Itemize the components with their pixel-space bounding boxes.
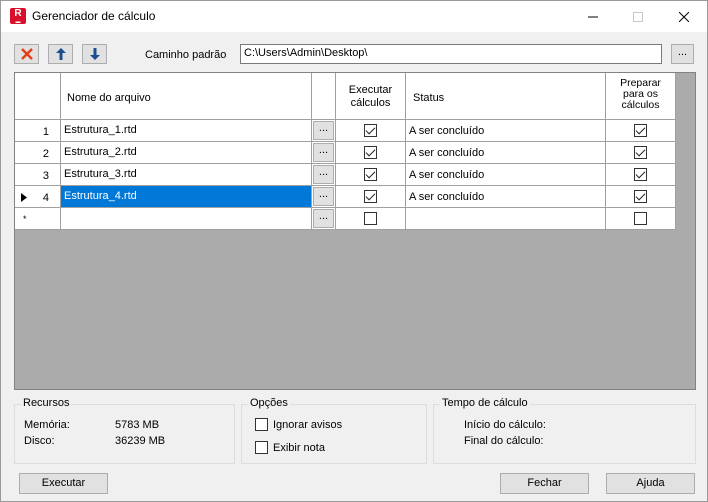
execute-cell [336, 186, 406, 208]
window-title: Gerenciador de cálculo [32, 9, 156, 23]
prepare-cell [606, 208, 676, 230]
resources-title: Recursos [21, 397, 72, 409]
file-cell-new[interactable] [61, 208, 312, 230]
delete-x-icon [20, 48, 33, 60]
row-header-corner [15, 73, 61, 120]
disk-value: 36239 MB [115, 435, 166, 447]
close-window-button[interactable] [661, 1, 707, 32]
prepare-checkbox[interactable] [634, 124, 647, 137]
move-down-button[interactable] [82, 44, 107, 64]
default-path-label: Caminho padrão [145, 49, 227, 61]
disk-label: Disco: [24, 435, 55, 447]
ignore-warnings-checkbox[interactable] [255, 418, 268, 431]
prepare-checkbox[interactable] [634, 190, 647, 203]
prepare-cell [606, 120, 676, 142]
show-note-checkbox[interactable] [255, 441, 268, 454]
prepare-cell [606, 142, 676, 164]
col-header-status[interactable]: Status [406, 73, 606, 120]
browse-file-button[interactable]: ... [313, 165, 334, 184]
new-row-marker[interactable]: * [15, 208, 61, 230]
browse-cell: ... [312, 164, 336, 186]
status-cell: A ser concluído [406, 120, 606, 142]
close-icon [679, 11, 689, 22]
browse-cell: ... [312, 186, 336, 208]
maximize-button [615, 1, 661, 32]
execute-checkbox[interactable] [364, 190, 377, 203]
col-header-file[interactable]: Nome do arquivo [61, 73, 312, 120]
execute-button[interactable]: Executar [19, 473, 108, 494]
arrow-up-icon [55, 48, 66, 60]
resources-group: Recursos Memória: 5783 MB Disco: 36239 M… [14, 397, 235, 464]
arrow-down-icon [89, 48, 100, 60]
browse-file-button[interactable]: ... [313, 209, 334, 228]
minimize-icon [588, 16, 598, 17]
browse-path-button[interactable]: ... [671, 44, 694, 64]
ignore-warnings-label[interactable]: Ignorar avisos [273, 419, 342, 431]
execute-checkbox[interactable] [364, 124, 377, 137]
delete-row-button[interactable] [14, 44, 39, 64]
move-up-button[interactable] [48, 44, 73, 64]
execute-cell [336, 164, 406, 186]
status-cell [406, 208, 606, 230]
execute-checkbox[interactable] [364, 168, 377, 181]
memory-value: 5783 MB [115, 419, 160, 431]
execute-cell [336, 208, 406, 230]
calc-time-group: Tempo de cálculo Início do cálculo: Fina… [433, 397, 696, 464]
calc-start-label: Início do cálculo: [464, 419, 546, 431]
row-number[interactable]: 2 [15, 142, 61, 164]
close-button[interactable]: Fechar [500, 473, 589, 494]
browse-file-button[interactable]: ... [313, 143, 334, 162]
prepare-checkbox[interactable] [634, 212, 647, 225]
prepare-cell [606, 164, 676, 186]
row-number[interactable]: 4 [15, 186, 61, 208]
title-bar: R ▬ Gerenciador de cálculo [1, 1, 707, 32]
col-header-prepare[interactable]: Preparar para os cálculos [606, 73, 676, 120]
col-header-execute[interactable]: Executar cálculos [336, 73, 406, 120]
status-cell: A ser concluído [406, 142, 606, 164]
execute-cell [336, 120, 406, 142]
file-cell[interactable]: Estrutura_2.rtd [61, 142, 312, 164]
current-row-arrow-icon [21, 193, 27, 202]
options-title: Opções [248, 397, 290, 409]
browse-cell: ... [312, 142, 336, 164]
memory-label: Memória: [24, 419, 70, 431]
dialog-window: R ▬ Gerenciador de cálculo Caminho padrão… [0, 0, 708, 502]
prepare-checkbox[interactable] [634, 168, 647, 181]
execute-cell [336, 142, 406, 164]
help-button[interactable]: Ajuda [606, 473, 695, 494]
row-number-text: 4 [42, 192, 49, 204]
file-cell[interactable]: Estrutura_3.rtd [61, 164, 312, 186]
default-path-input[interactable]: C:\Users\Admin\Desktop\ [240, 44, 662, 64]
prepare-cell [606, 186, 676, 208]
files-grid: Nome do arquivo Executar cálculos Status… [14, 72, 696, 390]
execute-checkbox[interactable] [364, 212, 377, 225]
show-note-label[interactable]: Exibir nota [273, 442, 325, 454]
col-header-browse [312, 73, 336, 120]
calc-time-title: Tempo de cálculo [440, 397, 530, 409]
browse-file-button[interactable]: ... [313, 187, 334, 206]
app-logo-icon: R ▬ [10, 8, 26, 25]
prepare-checkbox[interactable] [634, 146, 647, 159]
browse-cell: ... [312, 208, 336, 230]
status-cell: A ser concluído [406, 186, 606, 208]
row-number[interactable]: 1 [15, 120, 61, 142]
browse-file-button[interactable]: ... [313, 121, 334, 140]
options-group: Opções Ignorar avisos Exibir nota [241, 397, 427, 464]
row-number[interactable]: 3 [15, 164, 61, 186]
calc-end-label: Final do cálculo: [464, 435, 544, 447]
status-cell: A ser concluído [406, 164, 606, 186]
file-cell[interactable]: Estrutura_1.rtd [61, 120, 312, 142]
file-cell-selected[interactable]: Estrutura_4.rtd [61, 186, 312, 208]
minimize-button[interactable] [570, 1, 616, 32]
maximize-icon [633, 11, 643, 22]
browse-cell: ... [312, 120, 336, 142]
execute-checkbox[interactable] [364, 146, 377, 159]
